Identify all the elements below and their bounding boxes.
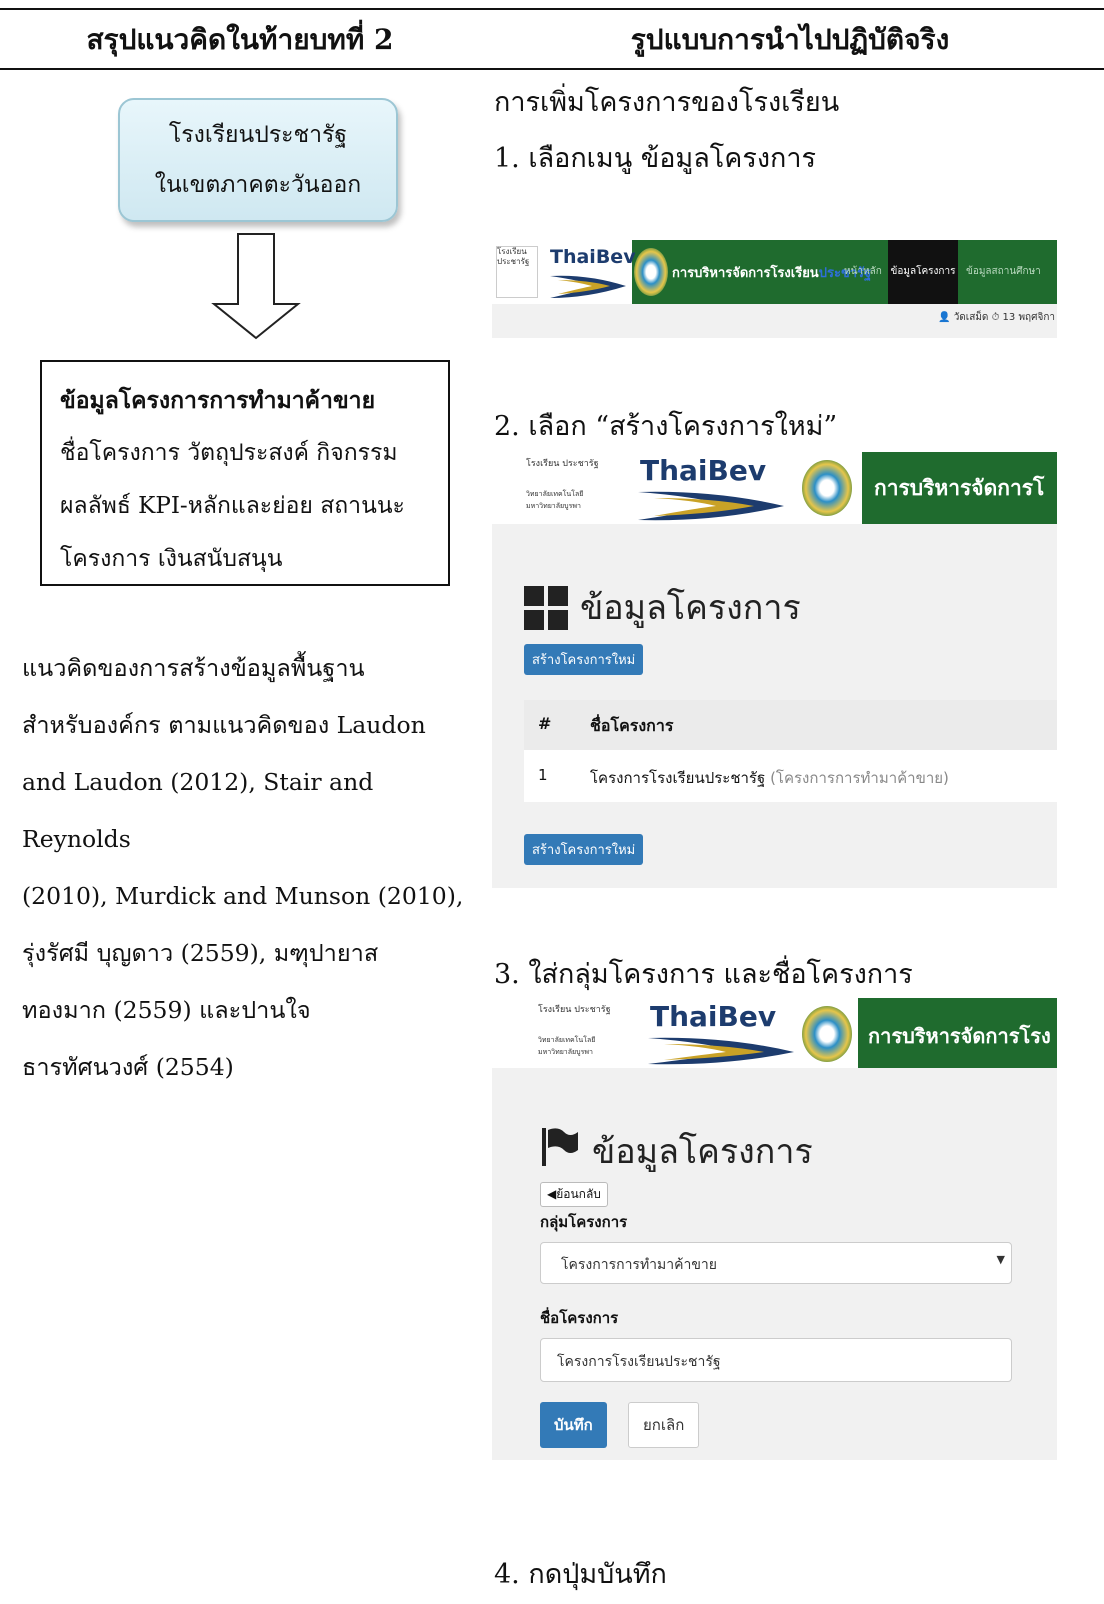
thaibev-swoosh-icon (638, 491, 784, 521)
concept-paragraph: แนวคิดของการสร้างข้อมูลพื้นฐาน สำหรับองค… (22, 640, 472, 1096)
table-header-name: ชื่อโครงการ (590, 716, 674, 735)
nav-school-info[interactable]: ข้อมูลสถานศึกษา (966, 264, 1041, 279)
table-header-num: # (538, 714, 552, 733)
navbar-bar: โรงเรียน ประชารัฐ ThaiBev การบริหารจัดกา… (492, 240, 1057, 304)
info-box-line1: ชื่อโครงการ วัตถุประสงค์ กิจกรรม (60, 440, 398, 466)
page-heading: ข้อมูลโครงการ (580, 588, 801, 628)
screenshot-navbar: โรงเรียน ประชารัฐ ThaiBev การบริหารจัดกา… (492, 240, 1057, 338)
flow-box-line1: โรงเรียนประชารัฐ (168, 122, 348, 148)
create-project-button-bottom[interactable]: สร้างโครงการใหม่ (524, 834, 644, 865)
thaibev-logo: ThaiBev (550, 246, 636, 268)
page-heading: ข้อมูลโครงการ (592, 1132, 813, 1172)
name-input[interactable]: โครงการโรงเรียนประชารัฐ (540, 1338, 1012, 1382)
nav-home[interactable]: หน้าหลัก (844, 264, 882, 279)
name-input-value: โครงการโรงเรียนประชารัฐ (557, 1354, 721, 1370)
info-box-title: ข้อมูลโครงการการทำมาค้าขาย (60, 387, 376, 414)
header-brand: การบริหารจัดการโ (874, 476, 1045, 500)
school-flow-box: โรงเรียนประชารัฐ ในเขตภาคตะวันออก (118, 98, 398, 222)
header-logos: โรงเรียน ประชารัฐ วิทยาลัยเทคโนโลยี มหาว… (492, 452, 862, 524)
group-select-value: โครงการการทำมาค้าขาย (561, 1257, 717, 1273)
left-column-title: สรุปแนวคิดในท้ายบทที่ 2 (86, 23, 394, 56)
step-4-text: 4. กดปุ่มบันทึก (494, 1559, 667, 1590)
step-3-text: 3. ใส่กลุ่มโครงการ และชื่อโครงการ (494, 959, 913, 990)
flow-box-line2: ในเขตภาคตะวันออก (154, 172, 362, 198)
thaibev-logo: ThaiBev (650, 1000, 777, 1033)
thaibev-swoosh-icon (550, 275, 626, 298)
back-button[interactable]: ◀ย้อนกลับ (540, 1182, 608, 1207)
concept-line: ทองมาก (2559) และปานใจ (22, 996, 311, 1024)
screenshot-project-form: โรงเรียน ประชารัฐ วิทยาลัยเทคโนโลยี มหาว… (492, 998, 1057, 1460)
concept-line: สำหรับองค์กร ตามแนวคิดของ Laudon (22, 711, 426, 739)
header-bar: โรงเรียน ประชารัฐ วิทยาลัยเทคโนโลยี มหาว… (492, 452, 1057, 524)
concept-line: รุ่งรัศมี บุญดาว (2559), มฑุปายาส (22, 939, 379, 967)
project-group: (โครงการการทำมาค้าขาย) (770, 769, 949, 787)
school-logo: โรงเรียน ประชารัฐ (496, 246, 538, 298)
user-info: 👤 วัดเสม็ด ⏱ 13 พฤศจิกา (938, 312, 1055, 323)
grid-icon (524, 582, 574, 632)
concept-line: แนวคิดของการสร้างข้อมูลพื้นฐาน (22, 654, 365, 682)
save-button[interactable]: บันทึก (540, 1402, 607, 1448)
flag-icon (542, 1128, 578, 1166)
group-label: กลุ่มโครงการ (540, 1213, 628, 1231)
school-logo: โรงเรียน ประชารัฐ วิทยาลัยเทคโนโลยี มหาว… (538, 1005, 611, 1056)
concept-line: ธารทัศนวงศ์ (2554) (22, 1053, 234, 1081)
nav-projects[interactable]: ข้อมูลโครงการ (888, 240, 958, 304)
concept-line: (2010), Murdick and Munson (2010), (22, 882, 464, 910)
screenshot-project-list: โรงเรียน ประชารัฐ วิทยาลัยเทคโนโลยี มหาว… (492, 452, 1057, 888)
header-rule (0, 68, 1104, 70)
group-select[interactable]: โครงการการทำมาค้าขาย ▼ (540, 1242, 1012, 1284)
project-name-link[interactable]: โครงการโรงเรียนประชารัฐ (590, 769, 765, 787)
project-table: # ชื่อโครงการ 1 โครงการโรงเรียนประชารัฐ … (524, 700, 1057, 802)
dropdown-arrow-icon: ▼ (996, 1253, 1005, 1266)
top-rule (0, 8, 1104, 10)
caret-left-icon: ◀ (547, 1187, 557, 1201)
header-brand: การบริหารจัดการโรง (868, 1024, 1051, 1048)
school-logo: โรงเรียน ประชารัฐ วิทยาลัยเทคโนโลยี มหาว… (526, 459, 599, 510)
thaibev-swoosh-icon (648, 1037, 794, 1065)
project-info-box: ข้อมูลโครงการการทำมาค้าขาย ชื่อโครงการ ว… (40, 360, 450, 586)
thaibev-logo: ThaiBev (640, 454, 767, 487)
right-column-title: รูปแบบการนำไปปฏิบัติจริง (630, 23, 950, 56)
info-box-line2: ผลลัพธ์ KPI-หลักและย่อย สถานนะ (60, 493, 405, 519)
down-arrow-icon (211, 233, 301, 340)
step-1-text: 1. เลือกเมนู ข้อมูลโครงการ (494, 143, 817, 174)
header-bar: โรงเรียน ประชารัฐ วิทยาลัยเทคโนโลยี มหาว… (492, 998, 1057, 1068)
university-seal-icon (802, 1006, 852, 1062)
table-cell-num: 1 (538, 766, 548, 784)
concept-line: and Laudon (2012), Stair and Reynolds (22, 768, 374, 853)
user-icon: 👤 (938, 312, 951, 323)
table-row[interactable]: โครงการโรงเรียนประชารัฐ (โครงการการทำมาค… (590, 766, 949, 790)
steps-intro: การเพิ่มโครงการของโรงเรียน (494, 87, 840, 118)
step-2-text: 2. เลือก “สร้างโครงการใหม่” (494, 411, 838, 442)
university-seal-icon (802, 460, 852, 516)
info-box-line3: โครงการ เงินสนับสนุน (60, 546, 283, 572)
name-label: ชื่อโครงการ (540, 1309, 619, 1327)
create-project-button[interactable]: สร้างโครงการใหม่ (524, 644, 644, 675)
header-logos: โรงเรียน ประชารัฐ วิทยาลัยเทคโนโลยี มหาว… (492, 998, 858, 1068)
navbar-logos: โรงเรียน ประชารัฐ ThaiBev (492, 240, 636, 304)
cancel-button[interactable]: ยกเลิก (628, 1402, 700, 1448)
navbar-brand: การบริหารจัดการโรงเรียนประชารัฐ (672, 266, 872, 281)
university-seal-icon (634, 248, 668, 296)
